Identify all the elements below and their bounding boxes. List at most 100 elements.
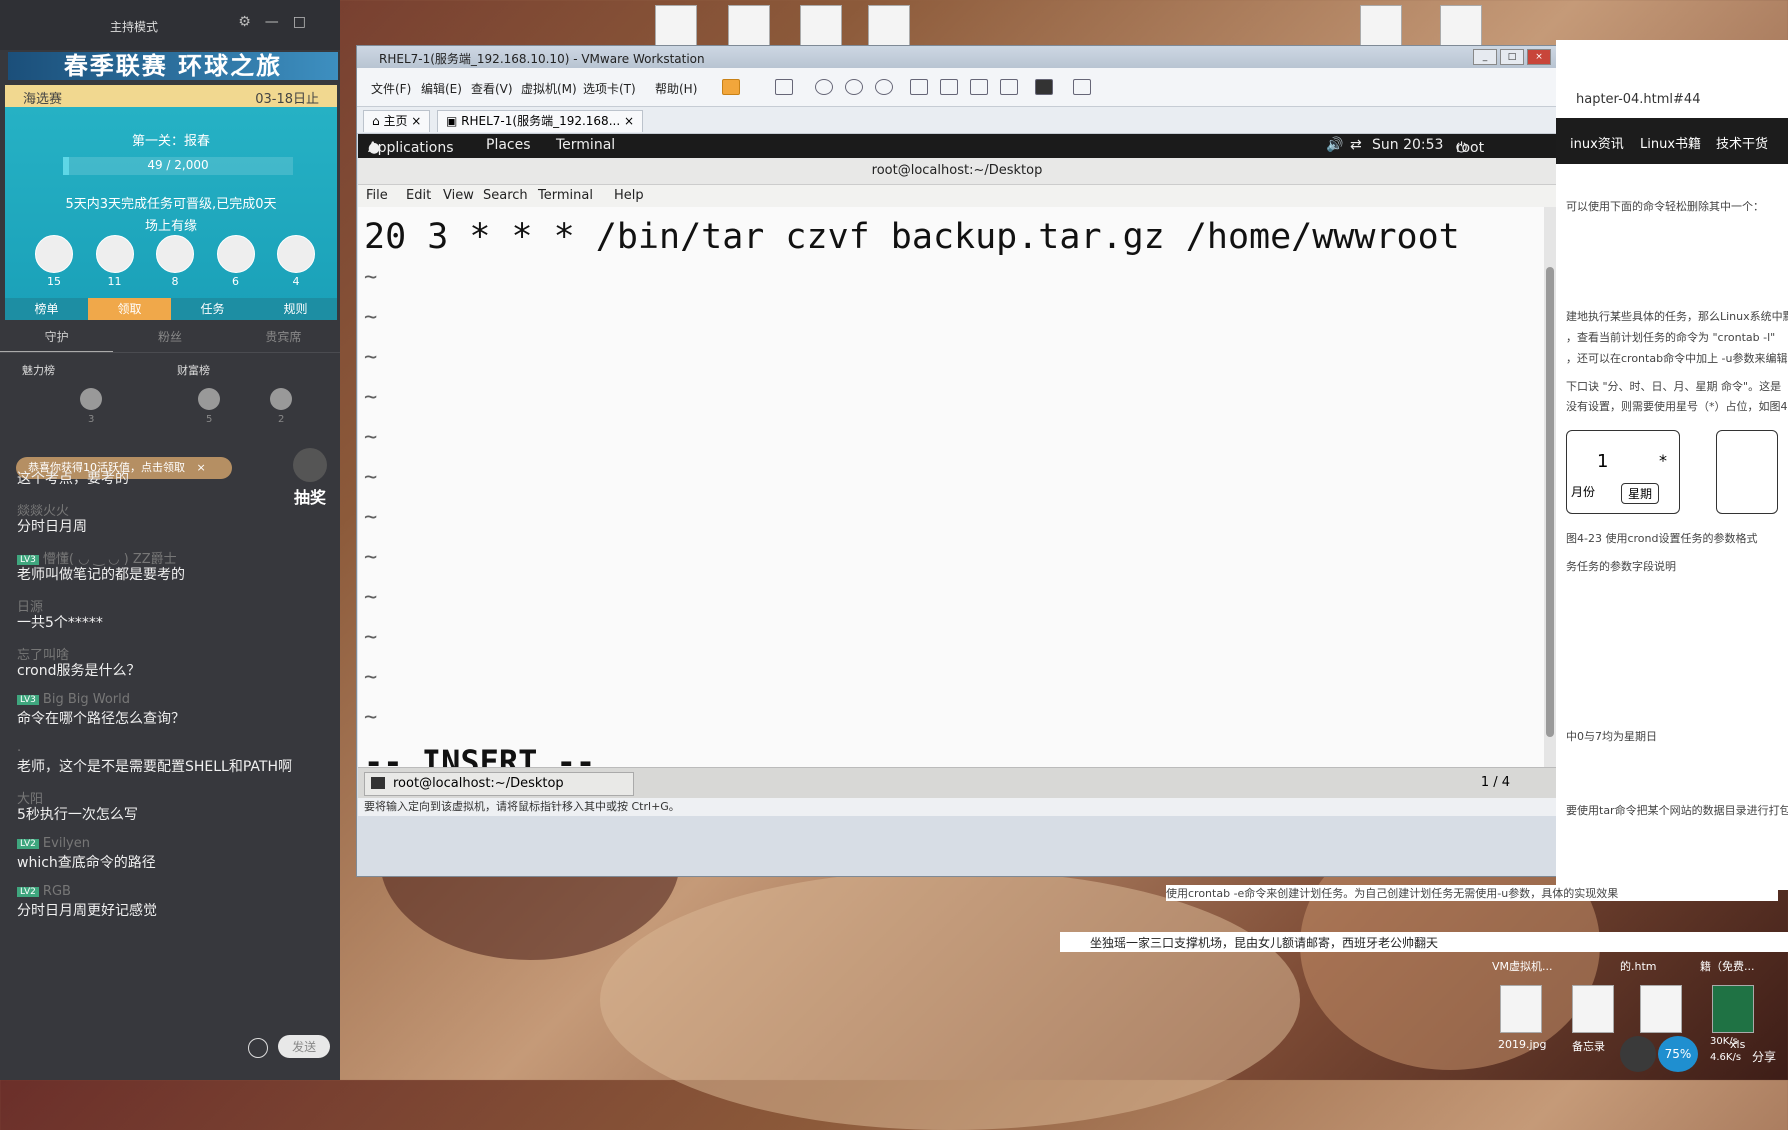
menu-help[interactable]: 帮助(H) — [655, 80, 697, 97]
close-button[interactable]: × — [1527, 49, 1551, 65]
clock[interactable]: Sun 20:53 — [1372, 137, 1443, 153]
send-button[interactable]: 发送 — [278, 1035, 331, 1058]
terminal-scrollbar[interactable] — [1544, 207, 1556, 767]
wealth-rank-label[interactable]: 财富榜 — [177, 362, 210, 378]
desktop-icon-label[interactable]: 的.htm — [1620, 958, 1657, 974]
menu-edit[interactable]: 编辑(E) — [421, 80, 462, 97]
sidebar-view-icon[interactable] — [910, 79, 928, 95]
tab-fans[interactable]: 粉丝 — [113, 322, 226, 352]
event-avatar[interactable]: 15 — [35, 235, 73, 288]
terminal-menu-help[interactable]: Help — [614, 188, 644, 203]
tab-guard[interactable]: 守护 — [0, 322, 114, 352]
nav-linux-books[interactable]: Linux书籍 — [1640, 133, 1701, 152]
snapshot-icon[interactable] — [815, 79, 833, 95]
menu-file[interactable]: 文件(F) — [371, 80, 411, 97]
terminal-app-menu[interactable]: Terminal — [556, 137, 615, 153]
places-menu[interactable]: Places — [486, 137, 531, 153]
terminal-menu-terminal[interactable]: Terminal — [538, 188, 593, 203]
emoji-icon[interactable] — [248, 1037, 268, 1058]
network-icon[interactable]: ⇄ — [1350, 137, 1362, 153]
menu-tabs[interactable]: 选项卡(T) — [583, 80, 636, 97]
news-text: 坐独瑶一家三口支撑机场，昆由女儿额请邮寄，西班牙老公帅翻天 — [1090, 936, 1439, 950]
fullscreen-icon[interactable] — [970, 79, 988, 95]
event-tab-tasks[interactable]: 任务 — [171, 298, 254, 320]
vmware-window: RHEL7-1(服务端_192.168.10.10) - VMware Work… — [356, 45, 1558, 877]
vim-empty-line: ~ — [364, 665, 378, 690]
revert-snapshot-icon[interactable] — [845, 79, 863, 95]
terminal-menu-file[interactable]: File — [366, 188, 388, 203]
volume-icon[interactable]: 🔊 — [1326, 137, 1343, 153]
close-icon[interactable]: × — [624, 114, 634, 128]
event-tab-rules[interactable]: 规则 — [254, 298, 337, 320]
unity-icon[interactable] — [1000, 79, 1018, 95]
battery-gauge[interactable]: 75% — [1658, 1036, 1698, 1072]
minimize-button[interactable]: _ — [1473, 49, 1497, 65]
news-ticker[interactable]: 坐独瑶一家三口支撑机场，昆由女儿额请邮寄，西班牙老公帅翻天 — [1060, 932, 1788, 952]
share-button[interactable]: 分享 — [1752, 1048, 1776, 1065]
avatar[interactable] — [80, 388, 102, 410]
terminal-menu-edit[interactable]: Edit — [406, 188, 431, 203]
document-file-icon[interactable] — [1640, 985, 1682, 1033]
chat-user-row[interactable]: LV3 Big Big World — [17, 692, 332, 710]
window-list-item[interactable]: root@localhost:~/Desktop — [364, 772, 634, 796]
desktop-icon-label[interactable]: 2019.jpg — [1498, 1038, 1547, 1051]
chat-user[interactable]: 日源 — [17, 596, 332, 615]
terminal-menu-view[interactable]: View — [443, 188, 474, 203]
host-mode-label[interactable]: 主持模式 — [110, 18, 158, 35]
event-tab-rankings[interactable]: 榜单 — [5, 298, 88, 320]
gnome-top-bar: ● Applications Places Terminal 🔊 ⇄ Sun 2… — [358, 134, 1556, 158]
applications-label: Applications — [368, 140, 454, 156]
event-avatar[interactable]: 11 — [95, 235, 134, 288]
send-ctrl-alt-del-icon[interactable] — [775, 79, 793, 95]
desktop-icon-label[interactable]: 籍（免费... — [1700, 958, 1755, 974]
chat-user[interactable]: 忘了叫啥 — [17, 644, 332, 663]
level-badge: LV3 — [17, 694, 39, 705]
panel-window-controls[interactable]: ⚙—□ — [238, 14, 320, 30]
menu-view[interactable]: 查看(V) — [471, 80, 513, 97]
event-avatar[interactable]: 4 — [277, 235, 315, 288]
chat-user[interactable]: 燚燚火火 — [17, 500, 332, 519]
event-avatar[interactable]: 8 — [156, 235, 194, 288]
event-tab-claim[interactable]: 领取 — [88, 298, 171, 320]
desktop-icon-label[interactable]: 备忘录 — [1572, 1038, 1605, 1054]
chat-user[interactable]: 大阳 — [17, 788, 332, 807]
image-file-icon[interactable] — [1500, 985, 1542, 1033]
nav-linux-news[interactable]: inux资讯 — [1570, 133, 1624, 152]
terminal-content[interactable]: 20 3 * * * /bin/tar czvf backup.tar.gz /… — [358, 207, 1544, 781]
snapshot-manager-icon[interactable] — [875, 79, 893, 95]
document-file-icon[interactable] — [1572, 985, 1614, 1033]
article-line: 务任务的参数字段说明 — [1566, 560, 1676, 573]
avatar[interactable] — [1620, 1036, 1656, 1072]
chat-user-row[interactable]: LV3 懵懂( ◡ ‿ ◡ ) ZZ爵士 — [17, 548, 332, 567]
avatar — [156, 235, 194, 273]
terminal-title-bar[interactable]: root@localhost:~/Desktop — [358, 158, 1556, 185]
tab-vip[interactable]: 贵宾席 — [227, 322, 340, 352]
nav-tech[interactable]: 技术干货 — [1716, 133, 1768, 152]
desktop-icon-label[interactable]: VM虚拟机... — [1492, 958, 1553, 974]
menu-vm[interactable]: 虚拟机(M) — [521, 80, 577, 97]
chat-user: Big Big World — [42, 692, 131, 707]
avatar[interactable] — [270, 388, 292, 410]
address-bar[interactable]: hapter-04.html#44 — [1556, 40, 1788, 107]
charm-rank-label[interactable]: 魅力榜 — [22, 362, 55, 378]
terminal-menu-search[interactable]: Search — [483, 188, 528, 203]
close-icon[interactable]: × — [411, 114, 421, 128]
event-sub: 场上有缘 — [144, 219, 197, 234]
tab-home[interactable]: ⌂ 主页 × — [363, 110, 431, 132]
thumbnail-view-icon[interactable] — [940, 79, 958, 95]
maximize-button[interactable]: □ — [1500, 49, 1524, 65]
stretch-view-icon[interactable] — [1073, 79, 1091, 95]
workspace-indicator[interactable]: 1 / 4 — [1481, 775, 1510, 790]
chat-user-row[interactable]: LV2 RGB — [17, 884, 332, 902]
article-line: ，还可以在crontab命令中加上 -u参数来编辑 — [1566, 352, 1788, 365]
tab-vm[interactable]: ▣ RHEL7-1(服务端_192.168... × — [437, 110, 644, 132]
vmware-title-bar[interactable]: RHEL7-1(服务端_192.168.10.10) - VMware Work… — [357, 46, 1557, 68]
chat-user[interactable]: . — [17, 740, 332, 758]
avatar[interactable] — [198, 388, 220, 410]
scrollbar-thumb[interactable] — [1546, 267, 1554, 737]
pause-icon[interactable] — [722, 79, 740, 95]
event-avatar[interactable]: 6 — [216, 235, 255, 288]
chat-user-row[interactable]: LV2 Evilyen — [17, 836, 332, 854]
excel-file-icon[interactable] — [1712, 985, 1754, 1033]
console-icon[interactable] — [1035, 79, 1053, 95]
